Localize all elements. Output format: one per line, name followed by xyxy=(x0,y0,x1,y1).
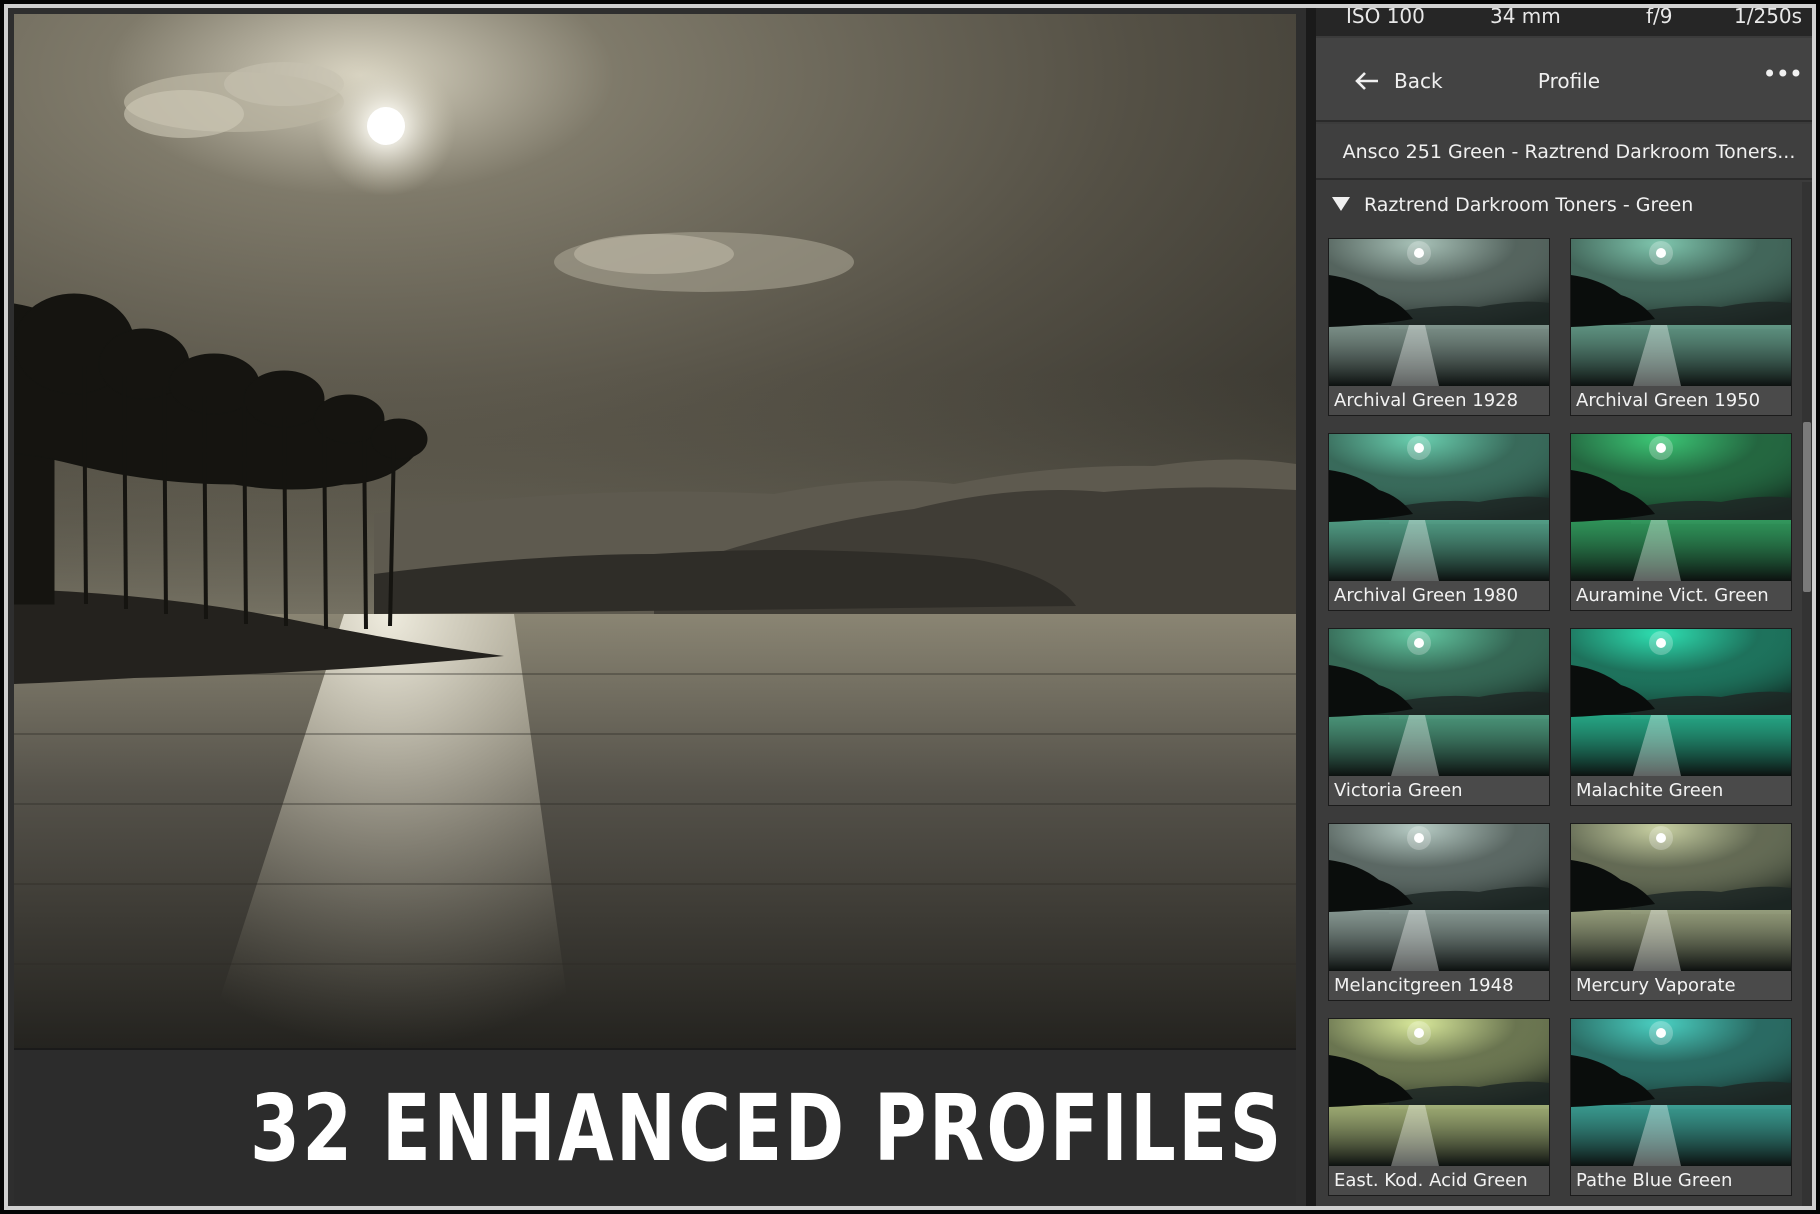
profile-name: Archival Green 1980 xyxy=(1329,581,1549,610)
panel-title: Profile xyxy=(1537,69,1601,93)
profile-group-label: Raztrend Darkroom Toners - Green xyxy=(1364,194,1694,216)
profile-preview-image xyxy=(1329,629,1549,776)
profile-thumbnail[interactable]: Melancitgreen 1948 xyxy=(1328,823,1550,1001)
profile-name: Archival Green 1928 xyxy=(1329,386,1549,415)
profile-preview-image xyxy=(1329,434,1549,581)
more-options-icon[interactable]: ••• xyxy=(1763,60,1803,88)
profile-preview-image xyxy=(1329,239,1549,386)
promo-banner: 32 ENHANCED PROFILES xyxy=(14,1048,1296,1204)
landscape-photo xyxy=(14,14,1296,1048)
profile-thumbnail[interactable]: Archival Green 1980 xyxy=(1328,433,1550,611)
profile-thumbnail[interactable]: Mercury Vaporate xyxy=(1570,823,1792,1001)
selected-profile-dropdown[interactable]: Ansco 251 Green - Raztrend Darkroom Tone… xyxy=(1316,124,1812,180)
profile-thumbnail[interactable]: Victoria Green xyxy=(1328,628,1550,806)
profile-name: Auramine Vict. Green xyxy=(1571,581,1791,610)
profile-name: Malachite Green xyxy=(1571,776,1791,805)
panel-scrollbar[interactable] xyxy=(1802,182,1812,1206)
profile-name: Archival Green 1950 xyxy=(1571,386,1791,415)
profile-name: East. Kod. Acid Green xyxy=(1329,1166,1549,1195)
profile-header: Back Profile ••• xyxy=(1316,38,1812,122)
profile-thumbnail[interactable]: Pathe Blue Green xyxy=(1570,1018,1792,1196)
app-window: 32 ENHANCED PROFILES ISO 100 34 mm f/9 1… xyxy=(4,4,1816,1210)
shutter-speed-value: 1/250s xyxy=(1734,8,1803,28)
profile-thumbnail[interactable]: Malachite Green xyxy=(1570,628,1792,806)
profile-name: Pathe Blue Green xyxy=(1571,1166,1791,1195)
photo-preview xyxy=(14,14,1296,1048)
profile-preview-image xyxy=(1571,1019,1791,1166)
scrollbar-thumb[interactable] xyxy=(1803,422,1811,592)
focal-length-value: 34 mm xyxy=(1490,8,1561,28)
profile-name: Victoria Green xyxy=(1329,776,1549,805)
profile-preview-image xyxy=(1571,824,1791,971)
profile-thumbnail[interactable]: Auramine Vict. Green xyxy=(1570,433,1792,611)
profile-name: Melancitgreen 1948 xyxy=(1329,971,1549,1000)
profile-browser-panel: ISO 100 34 mm f/9 1/250s Back Profile ••… xyxy=(1306,8,1812,1206)
profile-preview-image xyxy=(1571,434,1791,581)
aperture-value: f/9 xyxy=(1646,8,1673,28)
profile-name: Mercury Vaporate xyxy=(1571,971,1791,1000)
iso-value: ISO 100 xyxy=(1346,8,1425,28)
disclosure-triangle-icon xyxy=(1332,197,1350,211)
profile-preview-image xyxy=(1329,824,1549,971)
profile-thumbnail[interactable]: East. Kod. Acid Green xyxy=(1328,1018,1550,1196)
profile-preview-image xyxy=(1571,629,1791,776)
profile-group-header[interactable]: Raztrend Darkroom Toners - Green xyxy=(1316,182,1812,232)
profile-thumbnail[interactable]: Archival Green 1950 xyxy=(1570,238,1792,416)
banner-title: 32 ENHANCED PROFILES xyxy=(250,1075,1284,1182)
profile-thumbnail[interactable]: Archival Green 1928 xyxy=(1328,238,1550,416)
profile-preview-image xyxy=(1571,239,1791,386)
profile-preview-image xyxy=(1329,1019,1549,1166)
camera-info-bar: ISO 100 34 mm f/9 1/250s xyxy=(1316,8,1812,36)
